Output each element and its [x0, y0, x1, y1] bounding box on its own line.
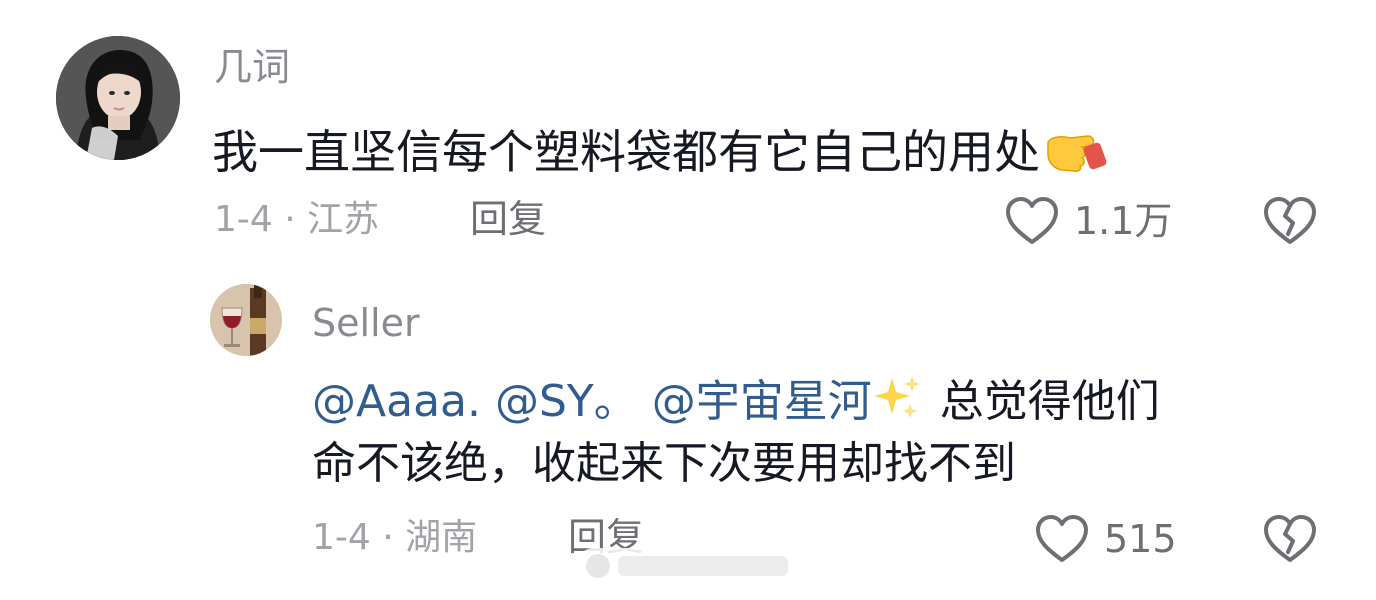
reply-body-part1: 总觉得他们 — [939, 376, 1160, 427]
mention-link[interactable]: @宇宙星河 — [652, 376, 872, 427]
heart-icon[interactable] — [1004, 196, 1060, 250]
comment-date-location: 1-4 · 江苏 — [214, 199, 380, 240]
reply-date-location: 1-4 · 湖南 — [312, 517, 478, 558]
mention-link[interactable]: @SY。 — [495, 376, 638, 427]
comment-username[interactable]: 几词 — [214, 48, 290, 86]
reply-username[interactable]: Seller — [312, 304, 420, 342]
mention-link[interactable]: @Aaaa. — [312, 376, 481, 427]
reply-text-line-1: @Aaaa. @SY。 @宇宙星河 总觉得他们 — [312, 374, 1160, 428]
watermark-overlay — [576, 542, 808, 588]
sparkles-emoji-icon — [872, 374, 922, 428]
avatar-wine-image — [210, 284, 282, 356]
pointing-hand-emoji-icon — [1042, 122, 1110, 181]
avatar-reply-user[interactable] — [210, 284, 282, 356]
broken-heart-icon[interactable] — [1262, 514, 1318, 568]
heart-icon[interactable] — [1034, 514, 1090, 568]
avatar-portrait-image — [56, 36, 180, 160]
like-count: 515 — [1104, 517, 1177, 561]
comment-body: 我一直坚信每个塑料袋都有它自己的用处 — [212, 125, 1040, 179]
reply-text-line-2: 命不该绝，收起来下次要用却找不到 — [312, 438, 1016, 489]
avatar-main-user[interactable] — [56, 36, 180, 160]
reply-button[interactable]: 回复 — [470, 200, 546, 238]
broken-heart-icon[interactable] — [1262, 196, 1318, 250]
like-count: 1.1万 — [1074, 199, 1173, 243]
comment-text: 我一直坚信每个塑料袋都有它自己的用处 — [212, 122, 1110, 181]
